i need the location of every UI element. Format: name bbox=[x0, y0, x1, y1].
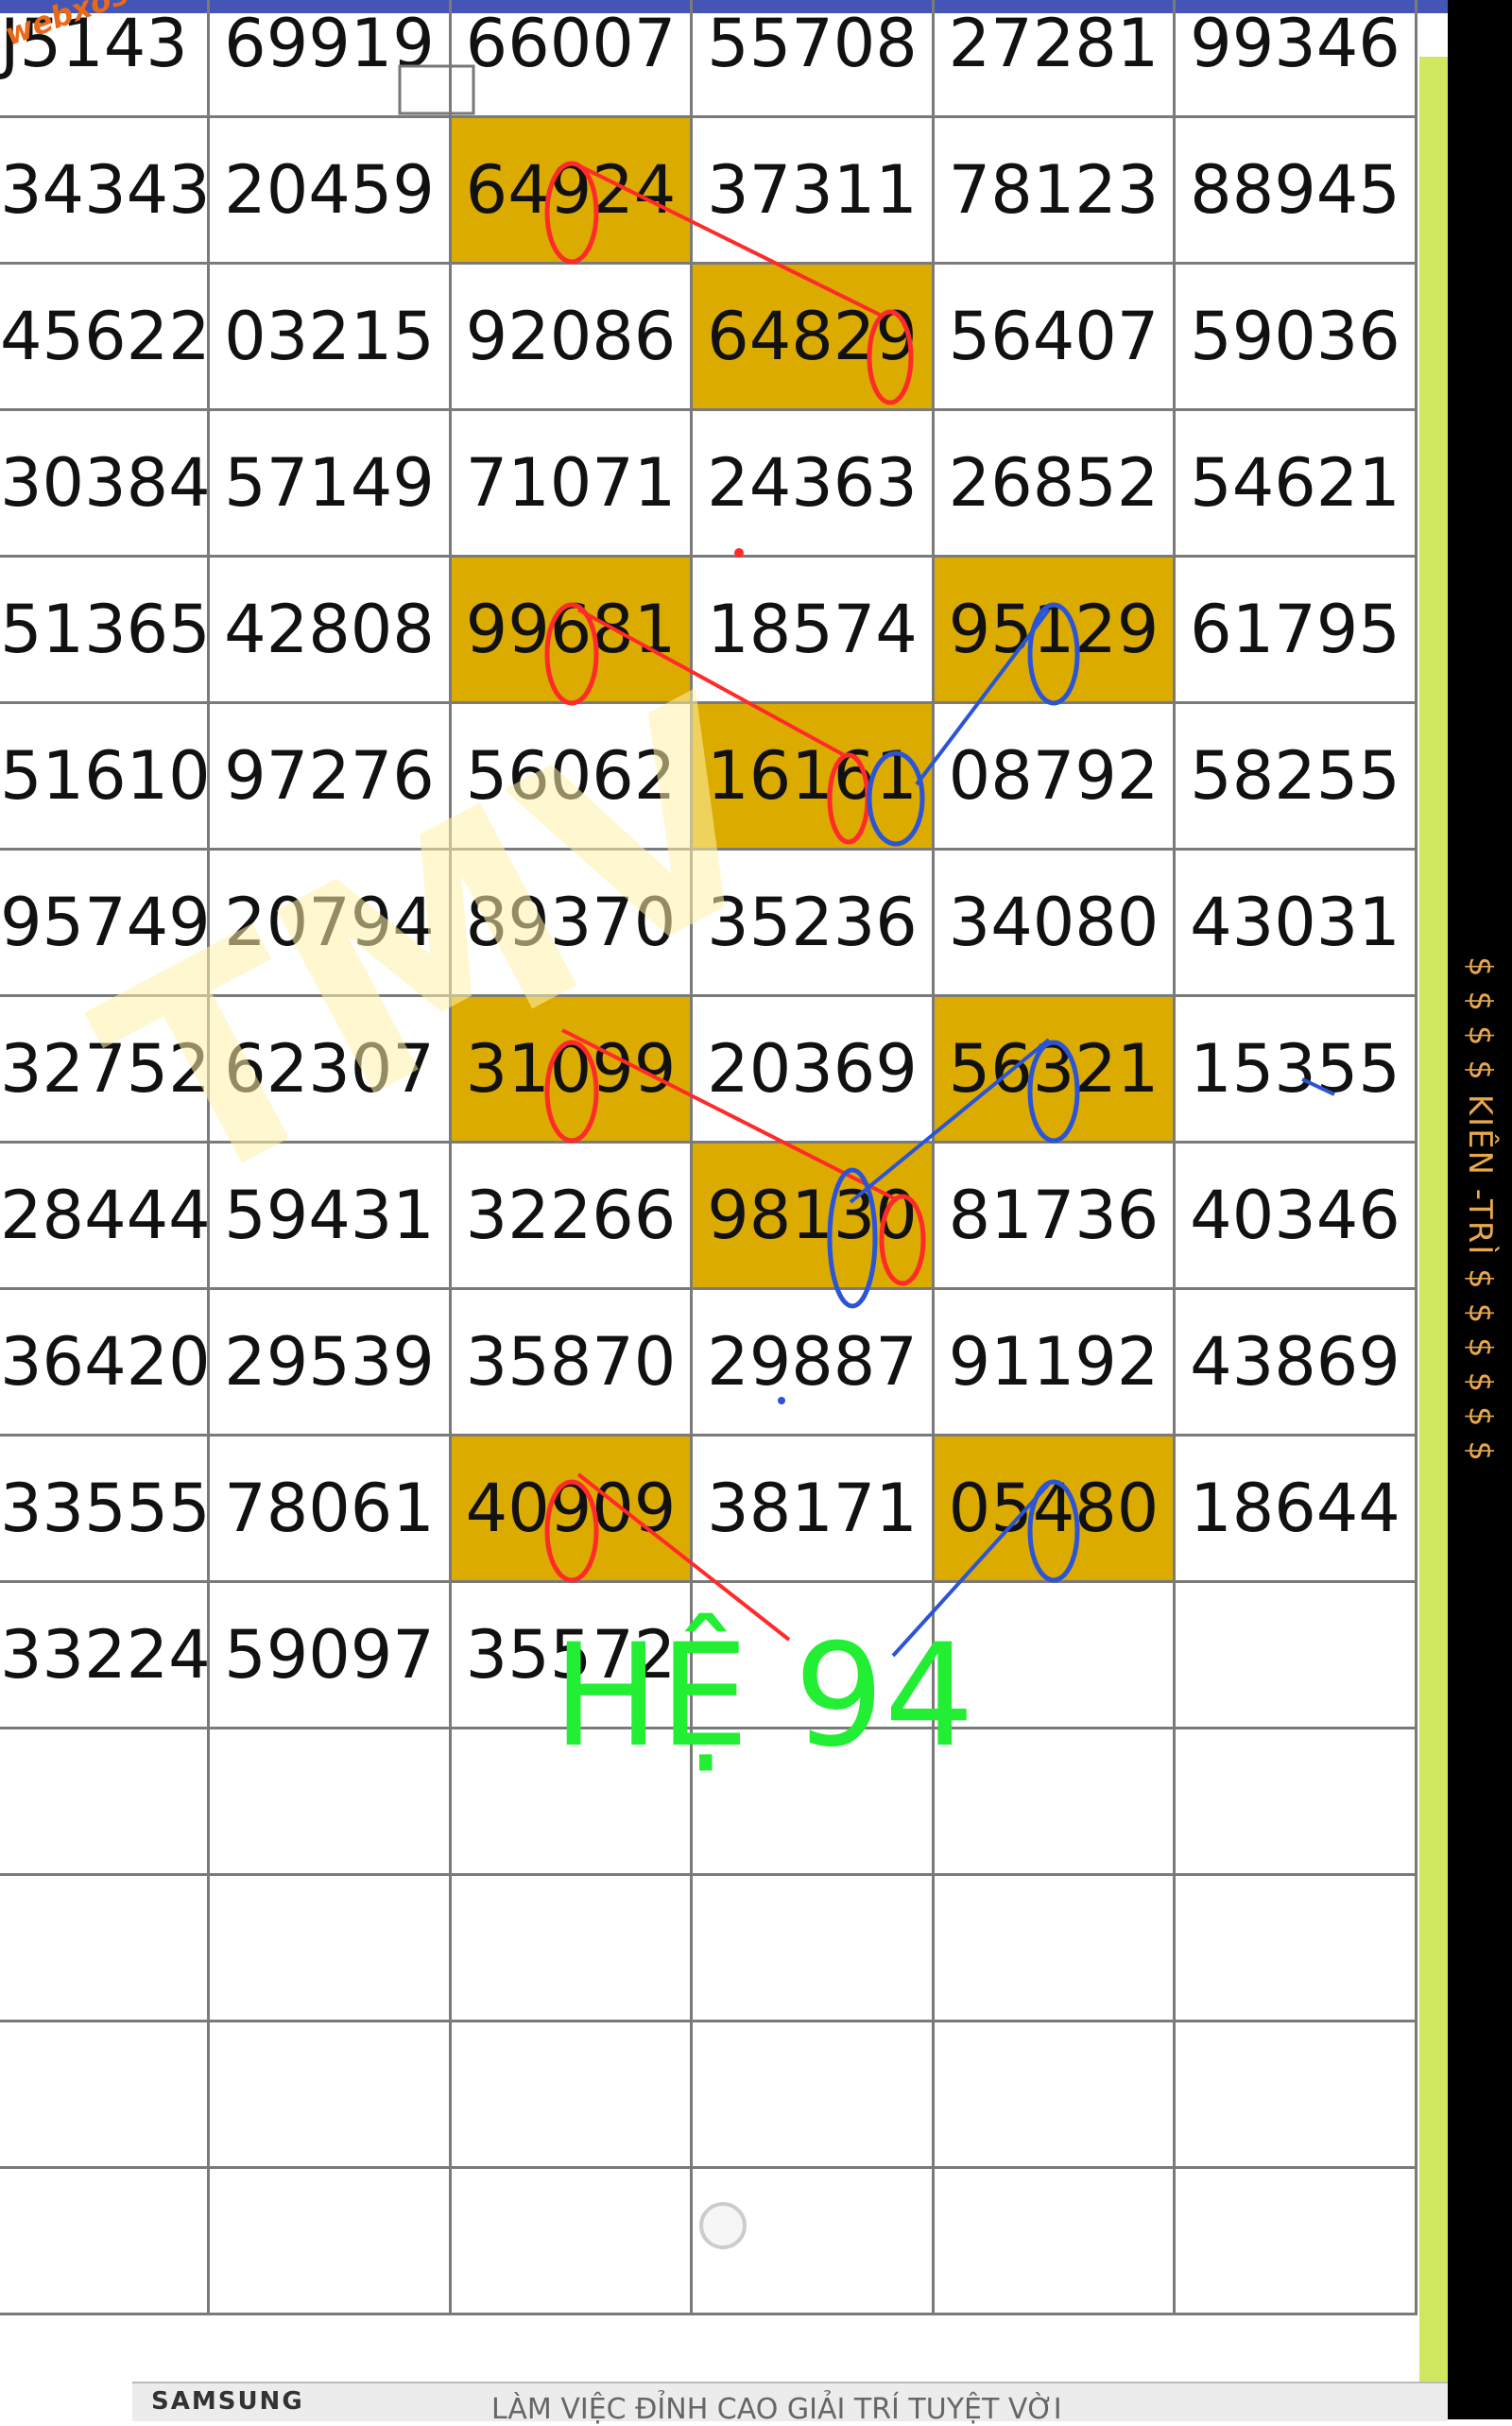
table-cell bbox=[210, 1729, 452, 1876]
table-cell: 30384 bbox=[0, 411, 210, 558]
table-cell: 56407 bbox=[935, 265, 1176, 411]
table-cell bbox=[0, 2022, 210, 2169]
table-cell bbox=[935, 2169, 1176, 2315]
table-cell: 69919 bbox=[210, 0, 452, 118]
table-cell: 38171 bbox=[693, 1437, 935, 1583]
table-cell: 24363 bbox=[693, 411, 935, 558]
table-cell bbox=[1176, 1583, 1418, 1729]
table-cell: 34080 bbox=[935, 851, 1176, 997]
table-cell bbox=[0, 1729, 210, 1876]
table-cell: 37311 bbox=[693, 118, 935, 265]
table-cell: 43031 bbox=[1176, 851, 1418, 997]
table-cell: 33224 bbox=[0, 1583, 210, 1729]
table-cell: 40909 bbox=[452, 1437, 693, 1583]
table-cell bbox=[1176, 2169, 1418, 2315]
table-cell: 20459 bbox=[210, 118, 452, 265]
table-cell bbox=[0, 2169, 210, 2315]
table-cell: 42808 bbox=[210, 558, 452, 704]
table-cell: 66007 bbox=[452, 0, 693, 118]
table-cell: 34343 bbox=[0, 118, 210, 265]
table-cell: 29887 bbox=[693, 1290, 935, 1437]
table-cell bbox=[935, 1876, 1176, 2022]
table-cell: 59097 bbox=[210, 1583, 452, 1729]
table-cell bbox=[452, 2169, 693, 2315]
scroll-button[interactable] bbox=[699, 2202, 747, 2249]
table-cell: 78061 bbox=[210, 1437, 452, 1583]
table-cell: 45622 bbox=[0, 265, 210, 411]
table-cell: 81736 bbox=[935, 1144, 1176, 1290]
table-cell: 64829 bbox=[693, 265, 935, 411]
table-cell: 05480 bbox=[935, 1437, 1176, 1583]
table-cell: 18644 bbox=[1176, 1437, 1418, 1583]
table-cell: 95129 bbox=[935, 558, 1176, 704]
table-cell: 92086 bbox=[452, 265, 693, 411]
table-cell: 54621 bbox=[1176, 411, 1418, 558]
table-cell: 40346 bbox=[1176, 1144, 1418, 1290]
table-cell: 71071 bbox=[452, 411, 693, 558]
table-cell: 36420 bbox=[0, 1290, 210, 1437]
table-cell: 59036 bbox=[1176, 265, 1418, 411]
table-cell bbox=[210, 1876, 452, 2022]
table-cell bbox=[210, 2169, 452, 2315]
table-cell: 27281 bbox=[935, 0, 1176, 118]
table-cell: 08792 bbox=[935, 704, 1176, 851]
table-cell: 32266 bbox=[452, 1144, 693, 1290]
table-cell: 43869 bbox=[1176, 1290, 1418, 1437]
table-cell: 99346 bbox=[1176, 0, 1418, 118]
table-cell: 15355 bbox=[1176, 997, 1418, 1144]
table-cell: 18574 bbox=[693, 558, 935, 704]
table-cell bbox=[693, 2022, 935, 2169]
table-cell: 58255 bbox=[1176, 704, 1418, 851]
table-cell: 35870 bbox=[452, 1290, 693, 1437]
table-cell: 78123 bbox=[935, 118, 1176, 265]
table-cell: 51610 bbox=[0, 704, 210, 851]
table-cell: 57149 bbox=[210, 411, 452, 558]
table-cell: 88945 bbox=[1176, 118, 1418, 265]
table-cell: 03215 bbox=[210, 265, 452, 411]
table-cell bbox=[935, 2022, 1176, 2169]
table-cell bbox=[0, 1876, 210, 2022]
table-cell: 56321 bbox=[935, 997, 1176, 1144]
banner-brand: SAMSUNG bbox=[151, 2387, 304, 2416]
table-cell: 20369 bbox=[693, 997, 935, 1144]
table-cell bbox=[1176, 2022, 1418, 2169]
table-cell: 64924 bbox=[452, 118, 693, 265]
table-cell: 91192 bbox=[935, 1290, 1176, 1437]
banner-slogan: LÀM VIỆC ĐỈNH CAO GIẢI TRÍ TUYỆT VỜI bbox=[491, 2393, 1062, 2426]
he-94-label: HỆ 94 bbox=[553, 1614, 975, 1779]
table-cell: 51365 bbox=[0, 558, 210, 704]
table-cell bbox=[1176, 1729, 1418, 1876]
side-vertical-text: $ $ $ $ KIÊN -TRÌ $ $ $ $ $ $ bbox=[1461, 955, 1499, 1464]
table-cell: 55708 bbox=[693, 0, 935, 118]
table-cell bbox=[452, 1876, 693, 2022]
table-cell bbox=[1176, 1876, 1418, 2022]
table-cell: 33555 bbox=[0, 1437, 210, 1583]
table-cell: 98130 bbox=[693, 1144, 935, 1290]
table-cell: 26852 bbox=[935, 411, 1176, 558]
table-cell bbox=[693, 1876, 935, 2022]
table-cell bbox=[452, 2022, 693, 2169]
side-strip bbox=[1419, 57, 1448, 2382]
table-cell bbox=[210, 2022, 452, 2169]
ad-banner[interactable]: SAMSUNG LÀM VIỆC ĐỈNH CAO GIẢI TRÍ TUYỆT… bbox=[132, 2382, 1448, 2426]
table-cell: 61795 bbox=[1176, 558, 1418, 704]
table-cell: 29539 bbox=[210, 1290, 452, 1437]
